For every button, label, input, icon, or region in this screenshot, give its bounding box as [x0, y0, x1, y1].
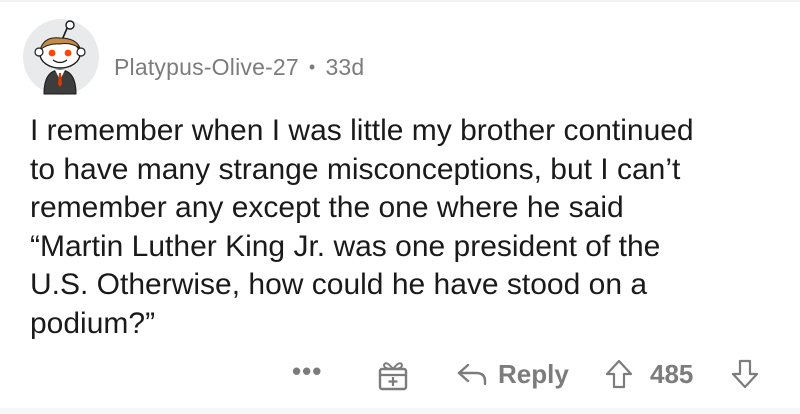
comment-body-line: to have many strange misconceptions, but…	[30, 152, 681, 186]
vote-score: 485	[650, 359, 694, 389]
comment-body-line: remember any except the one where he sai…	[30, 191, 624, 224]
comment: Platypus-Olive-27 • 33d I remember when …	[0, 0, 800, 414]
comment-meta: Platypus-Olive-27 • 33d	[114, 49, 364, 85]
comment-age: 33d	[325, 53, 365, 80]
bottom-divider	[0, 408, 800, 414]
comment-body: I remember when I was little my brother …	[30, 112, 770, 343]
comment-actions: ••• Reply 485	[0, 354, 800, 394]
more-options-button[interactable]: •••	[292, 354, 322, 394]
comment-body-line: U.S. Otherwise, how could he have stood …	[30, 268, 648, 301]
reply-button[interactable]: Reply	[456, 356, 569, 392]
reply-label: Reply	[498, 358, 569, 389]
reply-arrow-icon	[457, 363, 487, 386]
comment-body-line: “Martin Luther King Jr. was one presiden…	[30, 229, 661, 263]
user-avatar[interactable]	[22, 18, 100, 96]
comment-body-line: I remember when I was little my brother …	[30, 114, 694, 147]
meta-separator: •	[308, 56, 316, 77]
comment-body-line: podium?”	[30, 306, 156, 340]
downvote-arrow-icon[interactable]	[730, 358, 760, 390]
username[interactable]: Platypus-Olive-27	[114, 54, 299, 81]
upvote-arrow-icon[interactable]	[604, 358, 634, 390]
gift-award-icon[interactable]	[376, 358, 410, 392]
